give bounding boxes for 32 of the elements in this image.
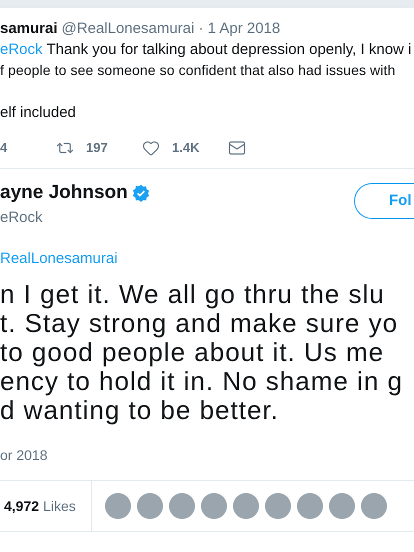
avatar-placeholder[interactable] bbox=[169, 493, 195, 519]
avatar-placeholder[interactable] bbox=[105, 493, 131, 519]
reply-count: 4 bbox=[0, 139, 8, 157]
tweet-text: d wanting to be better. bbox=[0, 396, 280, 425]
retweet-count: 197 bbox=[86, 139, 108, 157]
avatar-placeholder[interactable] bbox=[201, 493, 227, 519]
user-handle: eRock bbox=[0, 208, 44, 228]
message-icon[interactable] bbox=[228, 138, 246, 156]
follow-button[interactable]: Fol bbox=[354, 183, 414, 219]
avatar-placeholder[interactable] bbox=[297, 493, 323, 519]
likes-label[interactable]: Likes bbox=[43, 496, 76, 516]
avatar-placeholder[interactable] bbox=[265, 493, 291, 519]
avatar-placeholder[interactable] bbox=[329, 493, 355, 519]
tweet-text: eRock Thank you for talking about depression openly, I know i bbox=[0, 40, 412, 60]
like-count: 1.4K bbox=[172, 139, 200, 157]
tweet-text: t. Stay strong and make sure yo bbox=[0, 309, 400, 338]
tweet-text: to good people about it. Us me bbox=[0, 338, 384, 367]
tweet-text: f people to see someone so confident that also had issues with bbox=[0, 61, 396, 80]
mention-link[interactable]: eRock bbox=[0, 41, 43, 58]
tweet-text: elf included bbox=[0, 103, 77, 123]
avatar-placeholder[interactable] bbox=[233, 493, 259, 519]
replying-to-link[interactable]: RealLonesamurai bbox=[0, 250, 118, 266]
tweet-date: or 2018 bbox=[0, 446, 48, 465]
user-name[interactable]: ayne Johnson bbox=[0, 181, 128, 205]
avatar-placeholder[interactable] bbox=[361, 493, 387, 519]
user-name[interactable]: samurai bbox=[0, 18, 58, 39]
avatar-placeholder[interactable] bbox=[137, 493, 163, 519]
like-icon[interactable] bbox=[142, 138, 160, 156]
tweet-text: ency to hold it in. No shame in g bbox=[0, 367, 404, 396]
user-handle-date: @RealLonesamurai · 1 Apr 2018 bbox=[62, 19, 280, 39]
tweet-text: n I get it. We all go thru the slu bbox=[0, 280, 386, 309]
likes-count[interactable]: 4,972 bbox=[4, 496, 40, 516]
